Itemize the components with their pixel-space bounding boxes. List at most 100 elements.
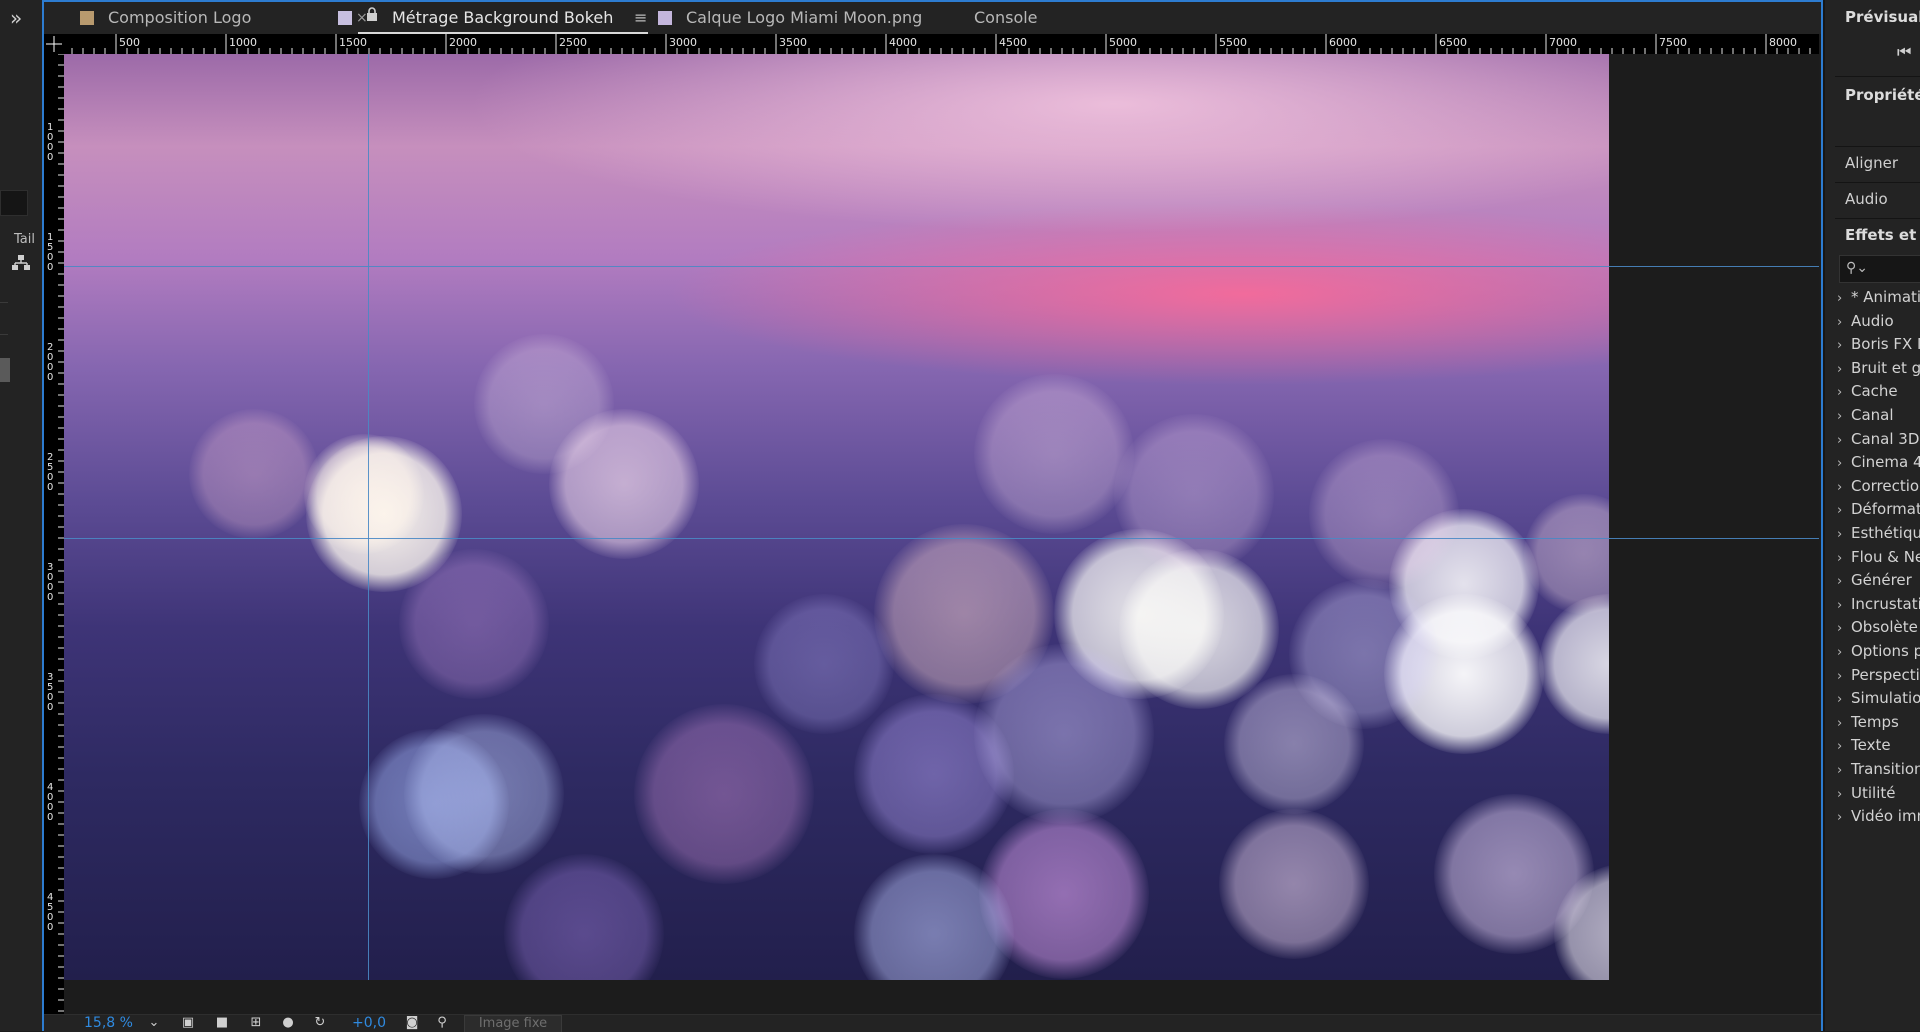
effect-category[interactable]: ›Déformation bbox=[1837, 500, 1920, 518]
tool-field[interactable] bbox=[0, 190, 28, 216]
effect-category[interactable]: › Audio bbox=[1837, 312, 1894, 330]
tab-label: Métrage Background Bokeh bbox=[392, 8, 614, 27]
guide-vertical[interactable] bbox=[368, 54, 369, 980]
effect-category[interactable]: ›Correction bbox=[1837, 477, 1920, 495]
chevron-right-icon[interactable]: › bbox=[1837, 716, 1851, 731]
chevron-right-icon[interactable]: › bbox=[1837, 409, 1851, 424]
effect-category-label: Canal 3D bbox=[1851, 429, 1920, 448]
viewer-canvas[interactable] bbox=[64, 54, 1819, 1014]
footage-viewer-panel: Composition Logo × Métrage Background Bo… bbox=[42, 0, 1823, 1032]
effect-category[interactable]: › Canal bbox=[1837, 406, 1894, 424]
effect-category[interactable]: › Canal 3D bbox=[1837, 430, 1919, 448]
chevron-right-icon[interactable]: › bbox=[1837, 503, 1851, 518]
chevron-right-icon[interactable]: › bbox=[1837, 527, 1851, 542]
panel-title-audio[interactable]: Audio bbox=[1845, 190, 1888, 208]
tab-menu-icon[interactable]: ≡ bbox=[634, 2, 647, 34]
effect-category[interactable]: ›Bruit et grain bbox=[1837, 359, 1920, 377]
tab-color-swatch bbox=[80, 11, 94, 25]
chevron-right-icon[interactable]: › bbox=[1837, 551, 1851, 566]
chevron-right-icon[interactable]: › bbox=[1837, 810, 1851, 825]
still-image-button[interactable]: Image fixe bbox=[464, 1015, 562, 1032]
effect-category-label: Cache bbox=[1851, 382, 1898, 401]
chevron-right-icon[interactable]: › bbox=[1837, 598, 1851, 613]
ruler-tick-label: 500 bbox=[119, 36, 140, 49]
chevron-right-icon[interactable]: › bbox=[1837, 692, 1851, 707]
expand-panels-icon[interactable]: » bbox=[10, 6, 22, 30]
chevron-right-icon[interactable]: › bbox=[1837, 763, 1851, 778]
effect-category[interactable]: › Texte bbox=[1837, 736, 1891, 754]
divider bbox=[0, 334, 8, 335]
reset-exposure-icon[interactable]: ↻ bbox=[312, 1016, 328, 1030]
effect-category-label: Vidéo immersive bbox=[1851, 807, 1920, 826]
previous-frame-icon[interactable]: ⏮ bbox=[1897, 42, 1911, 62]
tab-metrage-background-bokeh[interactable]: Métrage Background Bokeh ≡ bbox=[338, 2, 652, 34]
snapshot-icon[interactable]: ⚲ bbox=[434, 1016, 450, 1030]
chevron-right-icon[interactable]: › bbox=[1837, 645, 1851, 660]
search-icon: ⚲⌄ bbox=[1846, 260, 1868, 276]
chevron-right-icon[interactable]: › bbox=[1837, 456, 1851, 471]
effect-category-label: Flou & Netteté bbox=[1851, 547, 1920, 566]
effect-category[interactable]: ›Vidéo immersive bbox=[1837, 807, 1920, 825]
guide-horizontal[interactable] bbox=[64, 538, 1819, 539]
bokeh-orb bbox=[1224, 674, 1364, 814]
panel-title-effects[interactable]: Effets et paramètres bbox=[1845, 226, 1920, 244]
vertical-ruler[interactable]: 10001500200025003000350040004500 bbox=[44, 54, 64, 1014]
chevron-down-icon[interactable]: ⌄ bbox=[146, 1016, 162, 1030]
effect-category[interactable]: ›Cinema 4D bbox=[1837, 453, 1920, 471]
magnification-selector[interactable]: 15,8 % bbox=[84, 1015, 133, 1031]
chevron-right-icon[interactable]: › bbox=[1837, 621, 1851, 636]
lock-icon[interactable] bbox=[366, 0, 378, 32]
ruler-tick-label: 4500 bbox=[999, 36, 1027, 49]
bokeh-orb bbox=[399, 549, 549, 699]
tab-console[interactable]: Console bbox=[974, 2, 1038, 34]
ruler-tick-digit: 0 bbox=[47, 702, 53, 713]
chevron-right-icon[interactable]: › bbox=[1837, 315, 1851, 330]
effect-category[interactable]: ›* Animation bbox=[1837, 288, 1920, 306]
exposure-value[interactable]: +0,0 bbox=[352, 1015, 386, 1031]
effect-category-label: Texte bbox=[1851, 736, 1891, 755]
chevron-right-icon[interactable]: › bbox=[1837, 739, 1851, 754]
grid-icon[interactable]: ⊞ bbox=[248, 1016, 264, 1030]
ruler-origin[interactable] bbox=[44, 34, 64, 54]
chevron-right-icon[interactable]: › bbox=[1837, 385, 1851, 400]
safe-margins-icon[interactable]: ■ bbox=[214, 1016, 230, 1030]
chevron-right-icon[interactable]: › bbox=[1837, 787, 1851, 802]
effect-category[interactable]: ›Boris FX Mocha bbox=[1837, 335, 1920, 353]
bokeh-orb bbox=[1219, 809, 1369, 959]
channels-icon[interactable]: ● bbox=[280, 1016, 296, 1030]
effect-category[interactable]: ›Incrustation bbox=[1837, 595, 1920, 613]
effect-category[interactable]: › Utilité bbox=[1837, 784, 1895, 802]
panel-title-properties[interactable]: Propriétés: bbox=[1845, 86, 1920, 104]
horizontal-ruler[interactable]: 500 1000 1500 2000 2500 3000 3500 4000 4500 5000 5… bbox=[62, 34, 1819, 54]
panel-title-align[interactable]: Aligner bbox=[1845, 154, 1898, 172]
camera-icon[interactable]: ◙ bbox=[404, 1016, 420, 1030]
effect-category[interactable]: ›Perspective bbox=[1837, 666, 1920, 684]
chevron-right-icon[interactable]: › bbox=[1837, 362, 1851, 377]
chevron-right-icon[interactable]: › bbox=[1837, 338, 1851, 353]
chevron-right-icon[interactable]: › bbox=[1837, 480, 1851, 495]
network-icon[interactable] bbox=[12, 255, 30, 275]
effect-category[interactable]: ›Esthétique bbox=[1837, 524, 1920, 542]
effect-category[interactable]: › Obsolète bbox=[1837, 618, 1918, 636]
ruler-tick-digit: 0 bbox=[47, 372, 53, 383]
viewer-tab-bar: Composition Logo × Métrage Background Bo… bbox=[44, 2, 1821, 34]
effect-category-label: Incrustation bbox=[1851, 594, 1920, 613]
chevron-right-icon[interactable]: › bbox=[1837, 291, 1851, 306]
effect-category[interactable]: › Générer bbox=[1837, 571, 1912, 589]
effect-category[interactable]: › Transition bbox=[1837, 760, 1920, 778]
chevron-right-icon[interactable]: › bbox=[1837, 433, 1851, 448]
effect-category[interactable]: ›Simulation bbox=[1837, 689, 1920, 707]
chevron-right-icon[interactable]: › bbox=[1837, 669, 1851, 684]
guide-horizontal[interactable] bbox=[64, 266, 1819, 267]
effect-category-label: Boris FX Mocha bbox=[1851, 335, 1920, 354]
chevron-right-icon[interactable]: › bbox=[1837, 574, 1851, 589]
panel-title-preview[interactable]: Prévisualisation bbox=[1845, 8, 1920, 26]
fit-frame-icon[interactable]: ▣ bbox=[180, 1016, 196, 1030]
scroll-handle[interactable] bbox=[0, 358, 10, 382]
effect-category[interactable]: › Temps bbox=[1837, 713, 1899, 731]
bokeh-orb bbox=[1539, 594, 1609, 734]
effects-search-input[interactable]: ⚲⌄ bbox=[1839, 255, 1920, 283]
effect-category[interactable]: ›Flou & Netteté bbox=[1837, 548, 1920, 566]
effect-category[interactable]: › Cache bbox=[1837, 382, 1898, 400]
effect-category[interactable]: ›Options pour bbox=[1837, 642, 1920, 660]
